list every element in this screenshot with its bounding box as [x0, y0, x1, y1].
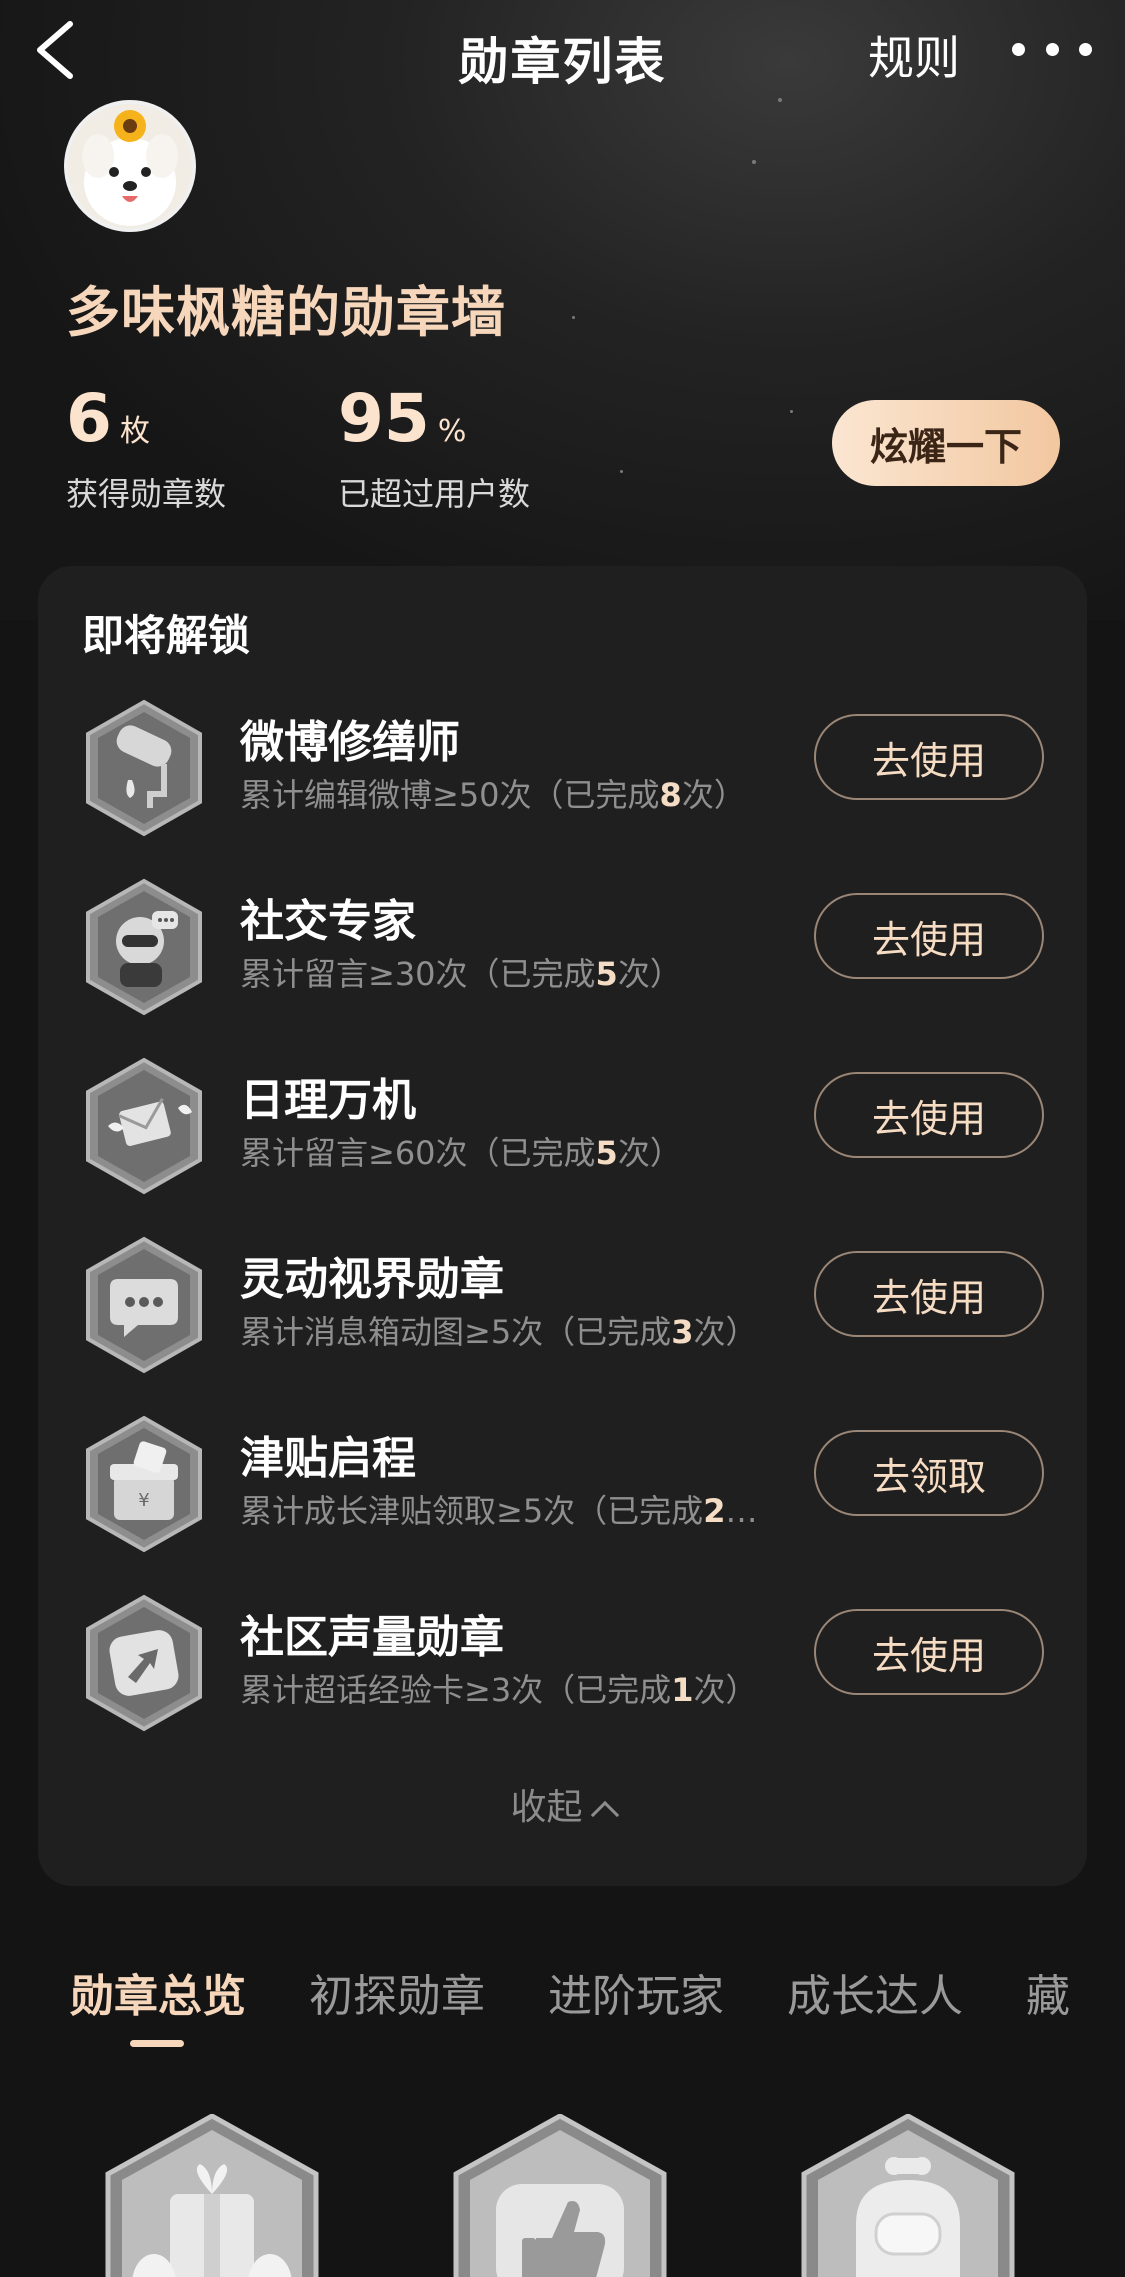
badge-name: 社区声量勋章 — [240, 1612, 504, 1663]
tab-growth[interactable]: 成长达人 — [787, 1960, 963, 2024]
badges-count: 6 — [66, 380, 112, 457]
gift-box-icon: ¥ — [86, 1415, 202, 1553]
thumbs-up-badge-icon[interactable] — [452, 2114, 668, 2277]
badges-unit: 枚 — [119, 414, 150, 449]
more-button[interactable] — [1012, 34, 1092, 64]
pomeranian-avatar — [68, 104, 192, 228]
avatar[interactable] — [64, 100, 196, 232]
star-dot — [620, 470, 623, 473]
badge-action-button[interactable]: 去使用 — [814, 1072, 1044, 1158]
winged-envelope-icon — [86, 1057, 202, 1195]
gift-hands-badge-icon[interactable] — [104, 2114, 320, 2277]
badge-progress: 累计编辑微博≥50次（已完成8次） — [240, 776, 746, 814]
badge-category-tabs: 勋章总览 初探勋章 进阶玩家 成长达人 藏 — [0, 1960, 1125, 2040]
badge-row: 日理万机 累计留言≥60次（已完成5次） 去使用 — [38, 1044, 1087, 1195]
badge-name: 微博修缮师 — [240, 717, 460, 768]
badge-name: 日理万机 — [240, 1075, 416, 1126]
badge-progress: 累计超话经验卡≥3次（已完成1次） — [240, 1671, 758, 1709]
upcoming-unlock-card: 即将解锁 微博修缮师 累计编辑微博≥50次（已完成8次） 去使用 社交专家 累计… — [38, 566, 1087, 1886]
rules-link[interactable]: 规则 — [868, 22, 960, 88]
badge-row: 社区声量勋章 累计超话经验卡≥3次（已完成1次） 去使用 — [38, 1581, 1087, 1732]
percentile-label: 已超过用户数 — [338, 475, 531, 513]
badge-wall-title: 多味枫糖的勋章墙 — [66, 281, 506, 344]
badge-action-button[interactable]: 去使用 — [814, 893, 1044, 979]
chat-bubble-icon — [86, 1236, 202, 1374]
badge-row: ¥ 津贴启程 累计成长津贴领取≥5次（已完成2… 去领取 — [38, 1402, 1087, 1553]
badge-progress: 累计消息箱动图≥5次（已完成3次） — [240, 1313, 758, 1351]
badge-progress: 累计留言≥30次（已完成5次） — [240, 955, 682, 993]
collapse-label: 收起 — [510, 1787, 583, 1828]
chevron-up-icon — [590, 1800, 619, 1830]
tab-advanced[interactable]: 进阶玩家 — [548, 1960, 724, 2024]
badge-action-button[interactable]: 去使用 — [814, 1251, 1044, 1337]
mascot-badge-icon[interactable] — [800, 2114, 1016, 2277]
tab-collection[interactable]: 藏 — [1026, 1960, 1070, 2024]
upcoming-unlock-title: 即将解锁 — [82, 611, 251, 660]
collapse-button[interactable]: 收起 — [38, 1778, 1087, 1830]
percentile-unit: % — [437, 414, 467, 449]
badges-count-label: 获得勋章数 — [66, 475, 227, 513]
share-arrow-icon — [86, 1594, 202, 1732]
svg-text:¥: ¥ — [138, 1490, 149, 1511]
tab-overview[interactable]: 勋章总览 — [70, 1960, 246, 2024]
more-dots-icon — [1012, 42, 1025, 56]
badge-row: 社交专家 累计留言≥30次（已完成5次） 去使用 — [38, 865, 1087, 1016]
badge-progress: 累计成长津贴领取≥5次（已完成2… — [240, 1492, 758, 1530]
paint-roller-icon — [86, 699, 202, 837]
badge-name: 津贴启程 — [240, 1433, 416, 1484]
badge-action-button[interactable]: 去使用 — [814, 714, 1044, 800]
star-dot — [572, 316, 575, 319]
badge-action-button[interactable]: 去领取 — [814, 1430, 1044, 1516]
tab-indicator — [130, 2040, 184, 2047]
show-off-button[interactable]: 炫耀一下 — [832, 400, 1060, 486]
badge-row: 灵动视界勋章 累计消息箱动图≥5次（已完成3次） 去使用 — [38, 1223, 1087, 1374]
percentile-value: 95 — [338, 380, 430, 457]
badge-progress: 累计留言≥60次（已完成5次） — [240, 1134, 682, 1172]
star-dot — [790, 410, 793, 413]
top-bar: 勋章列表 规则 — [0, 0, 1125, 100]
badge-name: 灵动视界勋章 — [240, 1254, 504, 1305]
badge-name: 社交专家 — [240, 896, 416, 947]
badge-row: 微博修缮师 累计编辑微博≥50次（已完成8次） 去使用 — [38, 686, 1087, 837]
social-character-icon — [86, 878, 202, 1016]
badges-count-stat: 6枚 获得勋章数 — [66, 380, 226, 515]
star-dot — [752, 160, 756, 164]
tab-beginner[interactable]: 初探勋章 — [309, 1960, 485, 2024]
badge-action-button[interactable]: 去使用 — [814, 1609, 1044, 1695]
percentile-stat: 95% 已超过用户数 — [338, 380, 530, 515]
